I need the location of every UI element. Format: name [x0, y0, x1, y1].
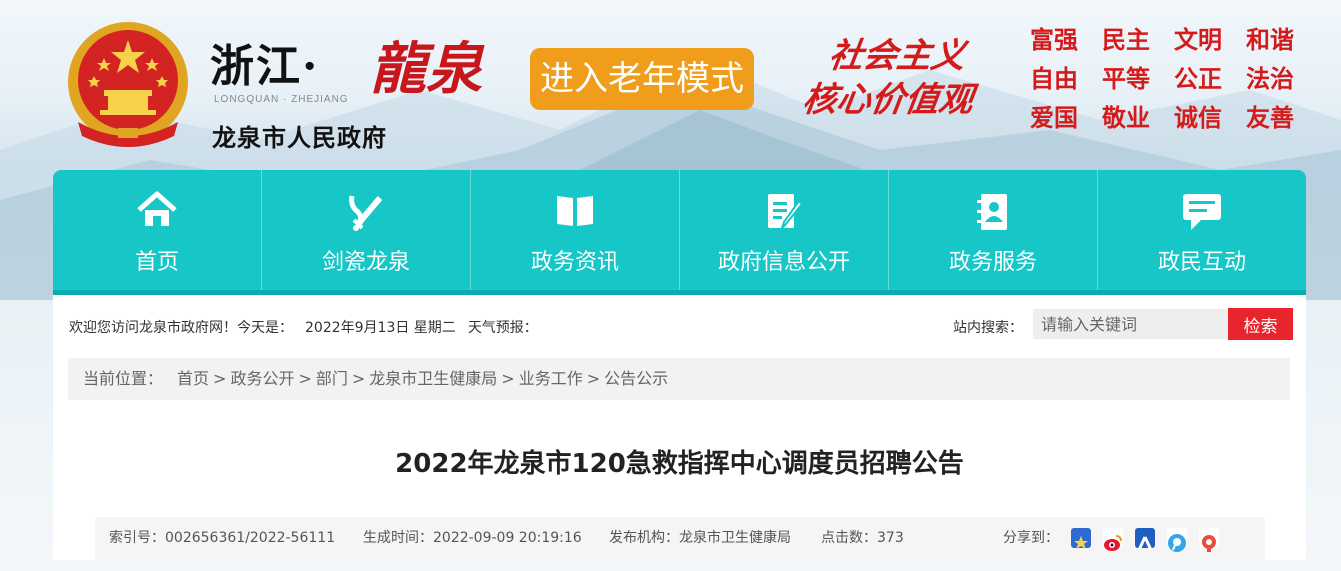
nav-item-public-interaction[interactable]: 政民互动 [1098, 170, 1306, 290]
slogan-line-1: 社会主义 [826, 36, 968, 76]
core-values-slogan: 社会主义 核心价值观 [800, 34, 1012, 122]
search-input[interactable] [1033, 309, 1245, 339]
nav-item-info-disclosure[interactable]: 政府信息公开 [680, 170, 889, 290]
core-value: 自由 [1030, 65, 1078, 93]
core-value: 诚信 [1174, 104, 1222, 132]
click-count: 点击数：373 [821, 530, 904, 546]
share-tencent-icon[interactable] [1167, 528, 1187, 552]
search-button[interactable]: 检索 [1228, 308, 1293, 340]
breadcrumb-separator: > [298, 369, 312, 388]
breadcrumb-separator: > [351, 369, 366, 388]
nav-item-home[interactable]: 首页 [53, 170, 262, 290]
breadcrumb-departments[interactable]: 部门 [316, 369, 348, 388]
share-qzone-icon[interactable] [1071, 528, 1091, 549]
breadcrumb-health-bureau[interactable]: 龙泉市卫生健康局 [369, 369, 497, 388]
slogan-line-2: 核心价值观 [800, 80, 976, 120]
breadcrumb-label: 当前位置： [83, 369, 164, 388]
breadcrumb-announcements[interactable]: 公告公示 [604, 369, 668, 388]
index-number: 索引号：002656361/2022-56111 [109, 530, 336, 546]
welcome-message: 欢迎您访问龙泉市政府网！今天是： [69, 320, 293, 336]
document-edit-icon [768, 194, 804, 229]
weather-label: 天气预报： [467, 320, 538, 336]
core-value: 富强 [1030, 26, 1078, 54]
nav-label: 政务资讯 [530, 250, 619, 275]
share-weibo-icon[interactable] [1103, 528, 1123, 551]
article-title: 2022年龙泉市120急救指挥中心调度员招聘公告 [395, 449, 964, 479]
national-emblem-icon [68, 22, 188, 147]
nav-label: 政民互动 [1157, 250, 1246, 275]
breadcrumb-separator: > [586, 369, 601, 388]
site-header: 浙江· 龍泉 LONGQUAN · ZHEJIANG 龙泉市人民政府 进入老年模… [0, 0, 1341, 170]
elder-mode-button[interactable]: 进入老年模式 [530, 48, 754, 110]
breadcrumb: 当前位置： 首页 > 政务公开 > 部门 > 龙泉市卫生健康局 > 业务工作 > 公告公示 [68, 358, 1290, 400]
chat-icon [1183, 194, 1221, 230]
core-value: 平等 [1102, 65, 1150, 93]
logo-government-name: 龙泉市人民政府 [212, 124, 387, 152]
search-label: 站内搜索： [953, 320, 1023, 336]
core-values-grid: 富强 民主 文明 和谐 自由 平等 公正 法治 爱国 敬业 诚信 友善 [1030, 24, 1320, 135]
core-value: 公正 [1174, 65, 1222, 93]
nav-label: 剑瓷龙泉 [321, 250, 410, 275]
sword-icon [349, 195, 383, 231]
nav-item-sword-porcelain[interactable]: 剑瓷龙泉 [262, 170, 471, 290]
main-content: 欢迎您访问龙泉市政府网！今天是： 2022年9月13日 星期二 天气预报： 站内搜索… [53, 295, 1306, 560]
nav-item-government-news[interactable]: 政务资讯 [471, 170, 680, 290]
core-value: 法治 [1246, 65, 1294, 93]
book-icon [557, 196, 593, 226]
welcome-text: 欢迎您访问龙泉市政府网！今天是： 2022年9月13日 星期二 天气预报： [69, 317, 550, 337]
logo-province-text: 浙江· [210, 41, 320, 92]
core-value: 敬业 [1102, 104, 1150, 132]
core-value: 民主 [1102, 26, 1150, 54]
site-logo[interactable]: 浙江· 龍泉 LONGQUAN · ZHEJIANG 龙泉市人民政府 [210, 22, 520, 152]
contact-book-icon [977, 194, 1007, 230]
nav-label: 政府信息公开 [717, 250, 850, 275]
core-value: 和谐 [1246, 26, 1294, 54]
current-date: 2022年9月13日 星期二 [305, 320, 456, 336]
core-value: 友善 [1246, 104, 1294, 132]
main-nav: 首页 剑瓷龙泉 政务资讯 政府信息公开 政务服务 政民互动 [53, 170, 1306, 295]
breadcrumb-business-work[interactable]: 业务工作 [519, 369, 583, 388]
logo-city-calligraphy: 龍泉 [370, 36, 482, 102]
breadcrumb-separator: > [501, 369, 515, 388]
info-bar: 欢迎您访问龙泉市政府网！今天是： 2022年9月13日 星期二 天气预报： 站内搜索… [53, 295, 1306, 355]
nav-item-government-services[interactable]: 政务服务 [889, 170, 1098, 290]
publisher: 发布机构：龙泉市卫生健康局 [609, 530, 791, 546]
nav-label: 首页 [134, 250, 179, 275]
breadcrumb-separator: > [213, 369, 227, 388]
breadcrumb-home[interactable]: 首页 [177, 369, 209, 388]
share-more-icon[interactable] [1199, 528, 1219, 552]
core-value: 文明 [1174, 26, 1222, 54]
nav-label: 政务服务 [948, 250, 1037, 275]
logo-english-text: LONGQUAN · ZHEJIANG [214, 94, 349, 105]
share-label: 分享到： [1003, 530, 1059, 546]
article-meta: 索引号：002656361/2022-56111 生成时间：2022-09-09… [95, 517, 1265, 560]
created-time: 生成时间：2022-09-09 20:19:16 [363, 530, 582, 546]
core-value: 爱国 [1030, 104, 1078, 132]
share-renren-icon[interactable] [1135, 528, 1155, 551]
home-icon [137, 191, 177, 226]
breadcrumb-gov-affairs[interactable]: 政务公开 [230, 369, 294, 388]
